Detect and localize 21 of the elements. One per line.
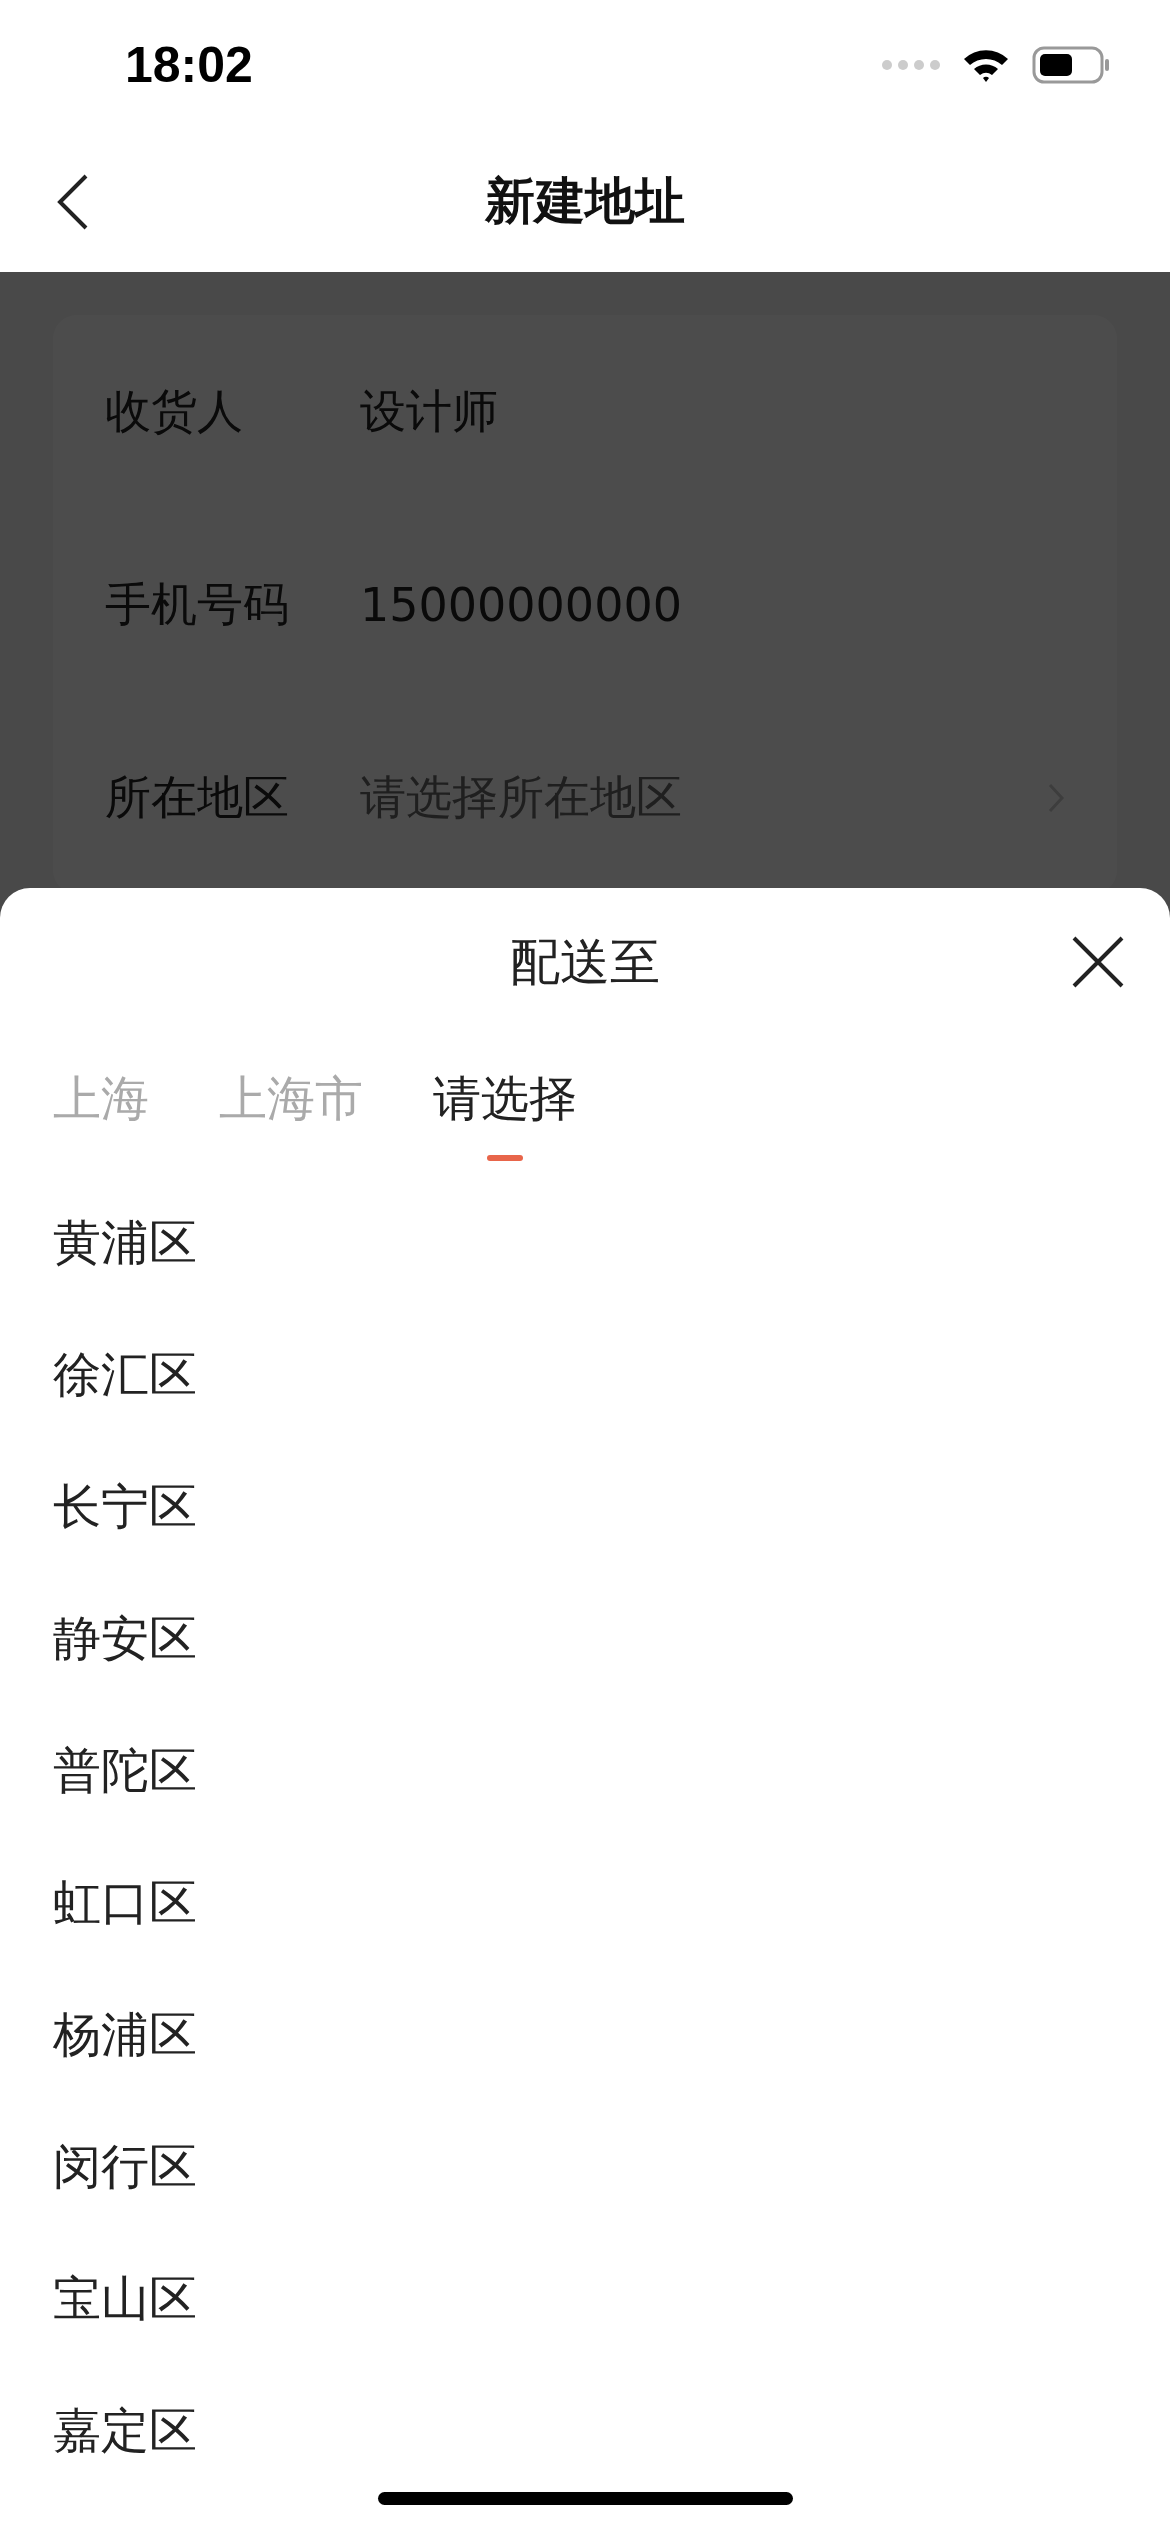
page-title: 新建地址	[485, 170, 685, 232]
district-option[interactable]: 虹口区	[53, 1871, 197, 1935]
district-option[interactable]: 嘉定区	[53, 2399, 197, 2463]
status-time: 18:02	[125, 36, 253, 94]
region-tab[interactable]: 请选择	[433, 1036, 577, 1161]
field-label: 手机号码	[105, 575, 290, 633]
wifi-icon	[962, 47, 1010, 83]
district-option[interactable]: 黄浦区	[53, 1211, 197, 1275]
district-option[interactable]: 普陀区	[53, 1739, 197, 1803]
district-option[interactable]: 闵行区	[53, 2135, 197, 2199]
field-label: 收货人	[105, 382, 244, 440]
battery-icon	[1032, 46, 1110, 84]
sheet-title: 配送至	[510, 931, 660, 993]
field-label: 所在地区	[105, 768, 290, 826]
district-option[interactable]: 静安区	[53, 1607, 197, 1671]
tab-indicator	[487, 1155, 523, 1161]
district-option[interactable]: 徐汇区	[53, 1343, 197, 1407]
district-option[interactable]: 杨浦区	[53, 2003, 197, 2067]
district-option[interactable]: 宝山区	[53, 2267, 197, 2331]
district-option[interactable]: 长宁区	[53, 1475, 197, 1539]
cellular-signal-icon	[882, 60, 940, 70]
